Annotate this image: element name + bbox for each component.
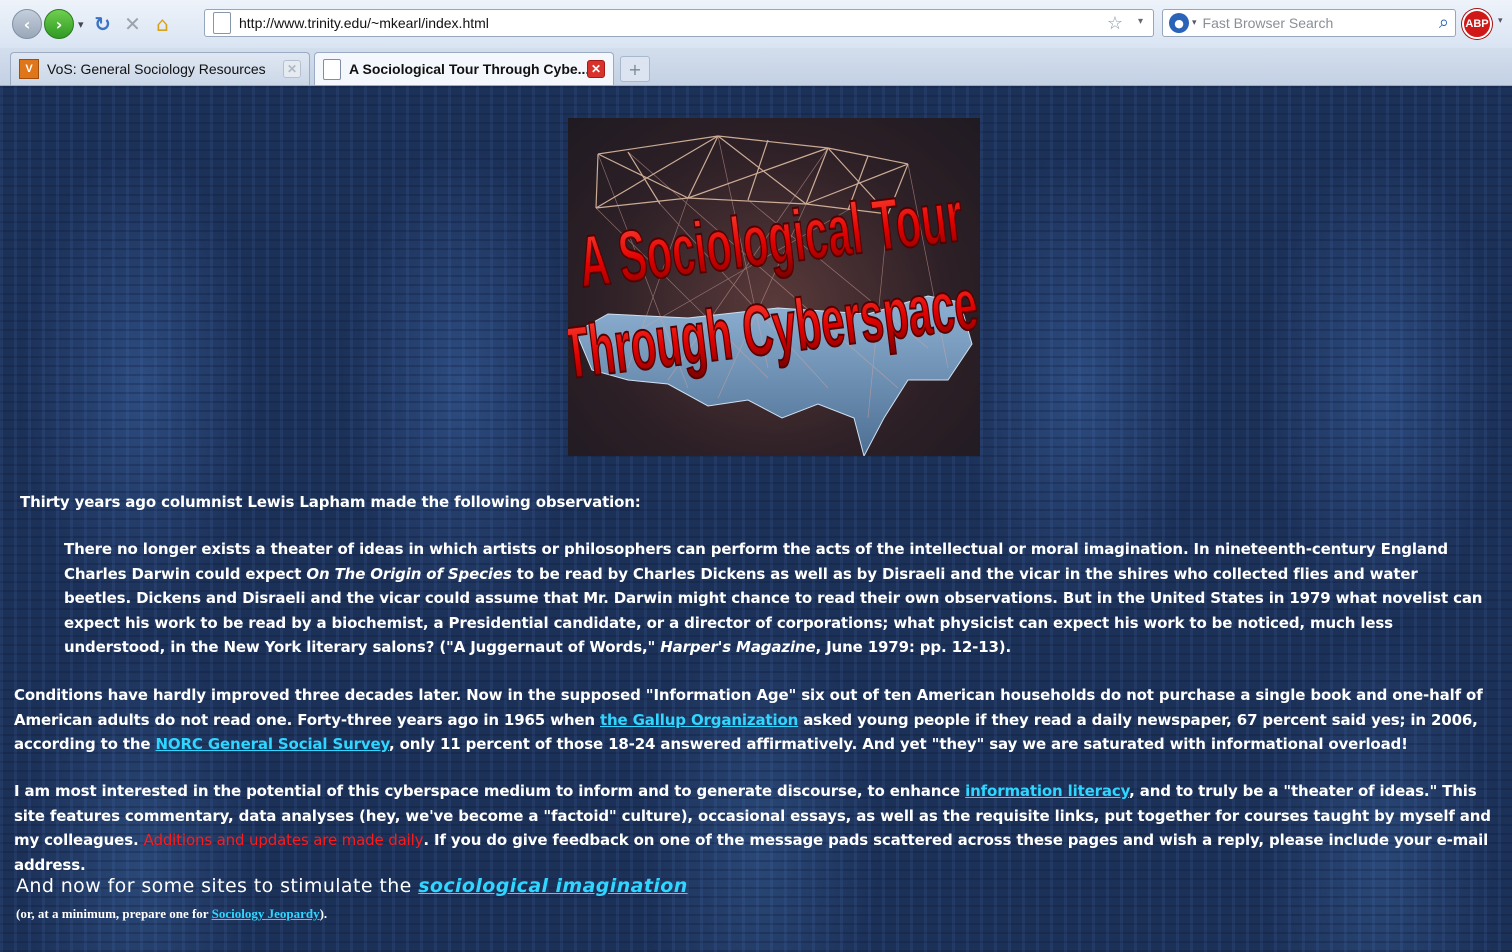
paragraph-text: , only 11 percent of those 18-24 answere… [389,735,1408,753]
search-bar[interactable]: ● ▾ ⌕ [1162,9,1456,37]
information-literacy-link[interactable]: information literacy [965,782,1129,800]
search-engine-icon[interactable]: ● [1169,13,1189,33]
search-icon[interactable]: ⌕ [1439,12,1449,33]
stop-button[interactable]: ✕ [120,11,146,37]
magazine-title: Harper's Magazine [660,638,816,656]
heading-text: And now for some sites to stimulate the [16,875,419,897]
adblock-label: ABP [1465,18,1489,30]
forward-button[interactable]: › [44,9,74,39]
search-input[interactable] [1202,15,1403,31]
adblock-plus-icon[interactable]: ABP [1462,9,1492,39]
close-tab-icon[interactable]: ✕ [283,60,301,78]
intro-text: Thirty years ago columnist Lewis Lapham … [20,493,641,511]
gallup-link[interactable]: the Gallup Organization [600,711,798,729]
new-tab-button[interactable]: + [620,56,650,82]
page-icon [213,12,231,34]
tab-label: VoS: General Sociology Resources [47,61,266,77]
banner-graphic: A Sociological Tour Through Cyberspace [568,135,980,456]
stop-icon: ✕ [124,12,141,36]
history-dropdown-icon[interactable]: ▾ [78,18,84,31]
adblock-dropdown-icon[interactable]: ▾ [1498,16,1503,26]
home-icon: ⌂ [156,12,169,36]
url-dropdown-icon[interactable]: ▾ [1138,16,1143,27]
forward-arrow-icon: › [55,14,63,34]
tab-sociological-tour[interactable]: A Sociological Tour Through Cybe... ✕ [314,52,614,85]
tab-label: A Sociological Tour Through Cybe... [349,61,587,77]
reload-icon: ↻ [94,12,111,36]
page-favicon-icon [323,58,341,80]
lapham-quote: There no longer exists a theater of idea… [64,537,1484,660]
book-title: On The Origin of Species [306,564,512,583]
note-text: (or, at a minimum, prepare one for [16,906,212,921]
section-heading: And now for some sites to stimulate the … [16,875,688,897]
sociological-imagination-link[interactable]: sociological imagination [418,875,687,897]
page-content: A Sociological Tour Through Cyberspace T… [0,86,1512,952]
address-bar[interactable]: http://www.trinity.edu/~mkearl/index.htm… [204,9,1154,37]
back-arrow-icon: ‹ [23,14,31,34]
url-text[interactable]: http://www.trinity.edu/~mkearl/index.htm… [239,15,489,31]
vos-favicon-icon: V [19,59,39,79]
updates-notice: Additions and updates are made daily [143,831,424,849]
close-tab-icon[interactable]: ✕ [587,60,605,78]
reload-button[interactable]: ↻ [90,11,116,37]
browser-toolbar: ‹ › ▾ ↻ ✕ ⌂ http://www.trinity.edu/~mkea… [0,0,1512,48]
norc-gss-link[interactable]: NORC General Social Survey [156,735,390,753]
interest-paragraph: I am most interested in the potential of… [14,779,1494,877]
quote-text: , June 1979: pp. 12-13). [815,638,1012,656]
tab-vos-resources[interactable]: V VoS: General Sociology Resources ✕ [10,52,310,85]
bookmark-star-icon[interactable]: ☆ [1107,13,1123,34]
home-button[interactable]: ⌂ [150,11,176,37]
note-text: ). [319,906,328,921]
tab-strip: V VoS: General Sociology Resources ✕ A S… [0,48,1512,86]
paragraph-text: I am most interested in the potential of… [14,782,966,800]
jeopardy-note: (or, at a minimum, prepare one for Socio… [16,906,327,922]
conditions-paragraph: Conditions have hardly improved three de… [14,683,1512,757]
back-button[interactable]: ‹ [12,9,42,39]
search-engine-dropdown-icon[interactable]: ▾ [1192,18,1197,28]
sociology-jeopardy-link[interactable]: Sociology Jeopardy [212,906,320,921]
site-banner-image: A Sociological Tour Through Cyberspace [568,118,980,456]
